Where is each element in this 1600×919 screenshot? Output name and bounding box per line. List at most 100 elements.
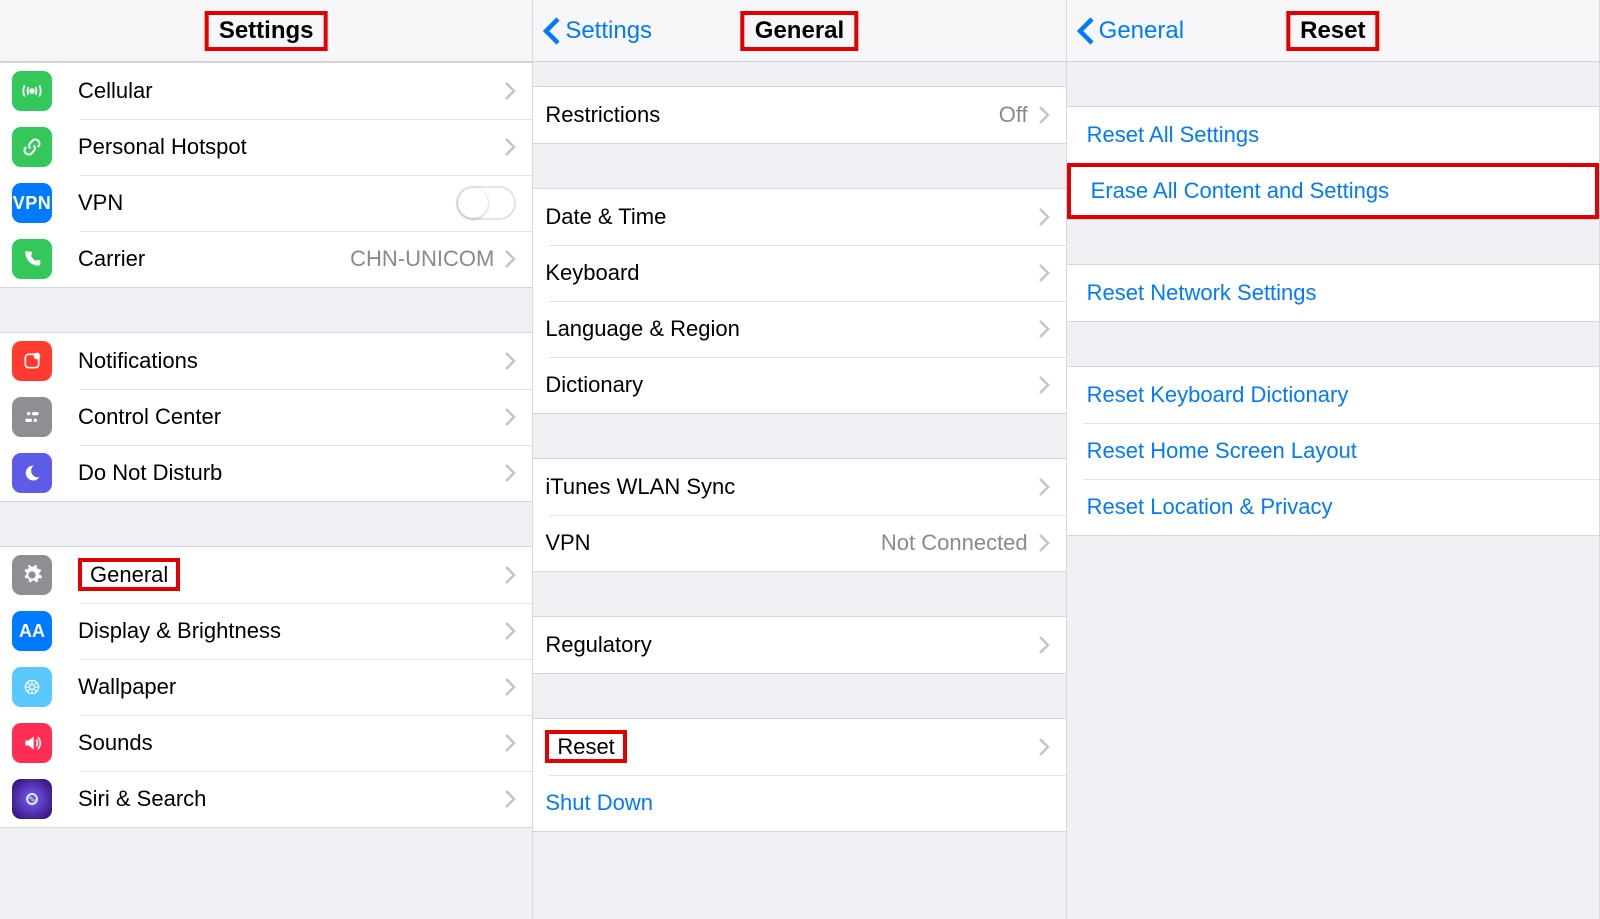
page-title: Reset xyxy=(1286,11,1379,51)
row-date-time[interactable]: Date & Time xyxy=(533,189,1065,245)
chevron-right-icon xyxy=(504,463,516,483)
row-label: Sounds xyxy=(78,730,504,756)
siri-icon xyxy=(12,779,52,819)
chevron-right-icon xyxy=(1038,477,1050,497)
group: Restrictions Off xyxy=(533,86,1065,144)
row-label: Reset Keyboard Dictionary xyxy=(1087,382,1583,408)
row-siri[interactable]: Siri & Search xyxy=(0,771,532,827)
row-dictionary[interactable]: Dictionary xyxy=(533,357,1065,413)
row-label: Display & Brightness xyxy=(78,618,504,644)
back-button[interactable]: General xyxy=(1067,16,1184,46)
row-display[interactable]: AA Display & Brightness xyxy=(0,603,532,659)
group: Reset Keyboard Dictionary Reset Home Scr… xyxy=(1067,366,1599,536)
group: Notifications Control Center Do Not Dist… xyxy=(0,332,532,502)
row-general[interactable]: General xyxy=(0,547,532,603)
row-erase-all[interactable]: Erase All Content and Settings xyxy=(1067,163,1599,219)
row-reset[interactable]: Reset xyxy=(533,719,1065,775)
row-label: Regulatory xyxy=(545,632,1037,658)
group-gap xyxy=(533,674,1065,718)
wallpaper-icon xyxy=(12,667,52,707)
chevron-right-icon xyxy=(504,789,516,809)
chevron-right-icon xyxy=(1038,533,1050,553)
group-gap xyxy=(0,288,532,332)
chevron-right-icon xyxy=(504,351,516,371)
row-value: CHN-UNICOM xyxy=(350,246,494,272)
row-control-center[interactable]: Control Center xyxy=(0,389,532,445)
row-cellular[interactable]: Cellular xyxy=(0,63,532,119)
vpn-icon: VPN xyxy=(12,183,52,223)
row-reset-home[interactable]: Reset Home Screen Layout xyxy=(1067,423,1599,479)
row-label: Wallpaper xyxy=(78,674,504,700)
row-restrictions[interactable]: Restrictions Off xyxy=(533,87,1065,143)
row-shut-down[interactable]: Shut Down xyxy=(533,775,1065,831)
row-regulatory[interactable]: Regulatory xyxy=(533,617,1065,673)
row-label: Shut Down xyxy=(545,790,1049,816)
moon-icon xyxy=(12,453,52,493)
row-itunes-sync[interactable]: iTunes WLAN Sync xyxy=(533,459,1065,515)
row-reset-network[interactable]: Reset Network Settings xyxy=(1067,265,1599,321)
row-vpn-general[interactable]: VPN Not Connected xyxy=(533,515,1065,571)
row-label: VPN xyxy=(78,190,456,216)
row-label: Carrier xyxy=(78,246,350,272)
vpn-toggle[interactable] xyxy=(456,186,516,220)
row-label: Reset Network Settings xyxy=(1087,280,1583,306)
chevron-right-icon xyxy=(1038,105,1050,125)
chevron-right-icon xyxy=(504,407,516,427)
chevron-right-icon xyxy=(504,621,516,641)
group-gap xyxy=(1067,536,1599,919)
row-label: Cellular xyxy=(78,78,504,104)
row-wallpaper[interactable]: Wallpaper xyxy=(0,659,532,715)
group: Date & Time Keyboard Language & Region D… xyxy=(533,188,1065,414)
navbar-general: Settings General xyxy=(533,0,1065,62)
row-label: Reset All Settings xyxy=(1087,122,1583,148)
row-reset-keyboard[interactable]: Reset Keyboard Dictionary xyxy=(1067,367,1599,423)
chevron-right-icon xyxy=(504,565,516,585)
row-hotspot[interactable]: Personal Hotspot xyxy=(0,119,532,175)
row-sounds[interactable]: Sounds xyxy=(0,715,532,771)
row-label: Do Not Disturb xyxy=(78,460,504,486)
row-label: Reset xyxy=(545,734,1037,760)
row-label: Reset Home Screen Layout xyxy=(1087,438,1583,464)
group-gap xyxy=(1067,220,1599,264)
group-gap xyxy=(533,62,1065,86)
row-carrier[interactable]: Carrier CHN-UNICOM xyxy=(0,231,532,287)
row-label: Control Center xyxy=(78,404,504,430)
row-label: Reset Location & Privacy xyxy=(1087,494,1583,520)
group: iTunes WLAN Sync VPN Not Connected xyxy=(533,458,1065,572)
group: General AA Display & Brightness Wallpape… xyxy=(0,546,532,828)
chevron-right-icon xyxy=(504,677,516,697)
row-value: Off xyxy=(999,102,1028,128)
row-label: Date & Time xyxy=(545,204,1037,230)
row-reset-all-settings[interactable]: Reset All Settings xyxy=(1067,107,1599,163)
row-language[interactable]: Language & Region xyxy=(533,301,1065,357)
group: Regulatory xyxy=(533,616,1065,674)
group: Reset Shut Down xyxy=(533,718,1065,832)
back-button[interactable]: Settings xyxy=(533,16,652,46)
row-dnd[interactable]: Do Not Disturb xyxy=(0,445,532,501)
group-gap xyxy=(1067,62,1599,106)
notifications-icon xyxy=(12,341,52,381)
row-reset-location[interactable]: Reset Location & Privacy xyxy=(1067,479,1599,535)
back-label: Settings xyxy=(565,17,652,45)
settings-panel: Settings Cellular Personal Hotspot VPN V… xyxy=(0,0,533,919)
reset-panel: General Reset Reset All Settings Erase A… xyxy=(1067,0,1600,919)
group-gap xyxy=(533,144,1065,188)
chevron-right-icon xyxy=(1038,263,1050,283)
speaker-icon xyxy=(12,723,52,763)
phone-icon xyxy=(12,239,52,279)
chevron-right-icon xyxy=(1038,207,1050,227)
page-title: General xyxy=(741,11,858,51)
chevron-right-icon xyxy=(504,249,516,269)
row-label: Notifications xyxy=(78,348,504,374)
antenna-icon xyxy=(12,71,52,111)
row-notifications[interactable]: Notifications xyxy=(0,333,532,389)
row-label: Language & Region xyxy=(545,316,1037,342)
page-title: Settings xyxy=(205,11,328,51)
control-center-icon xyxy=(12,397,52,437)
chevron-right-icon xyxy=(1038,635,1050,655)
row-keyboard[interactable]: Keyboard xyxy=(533,245,1065,301)
row-vpn[interactable]: VPN VPN xyxy=(0,175,532,231)
row-label: Personal Hotspot xyxy=(78,134,504,160)
navbar-reset: General Reset xyxy=(1067,0,1599,62)
row-label: VPN xyxy=(545,530,881,556)
